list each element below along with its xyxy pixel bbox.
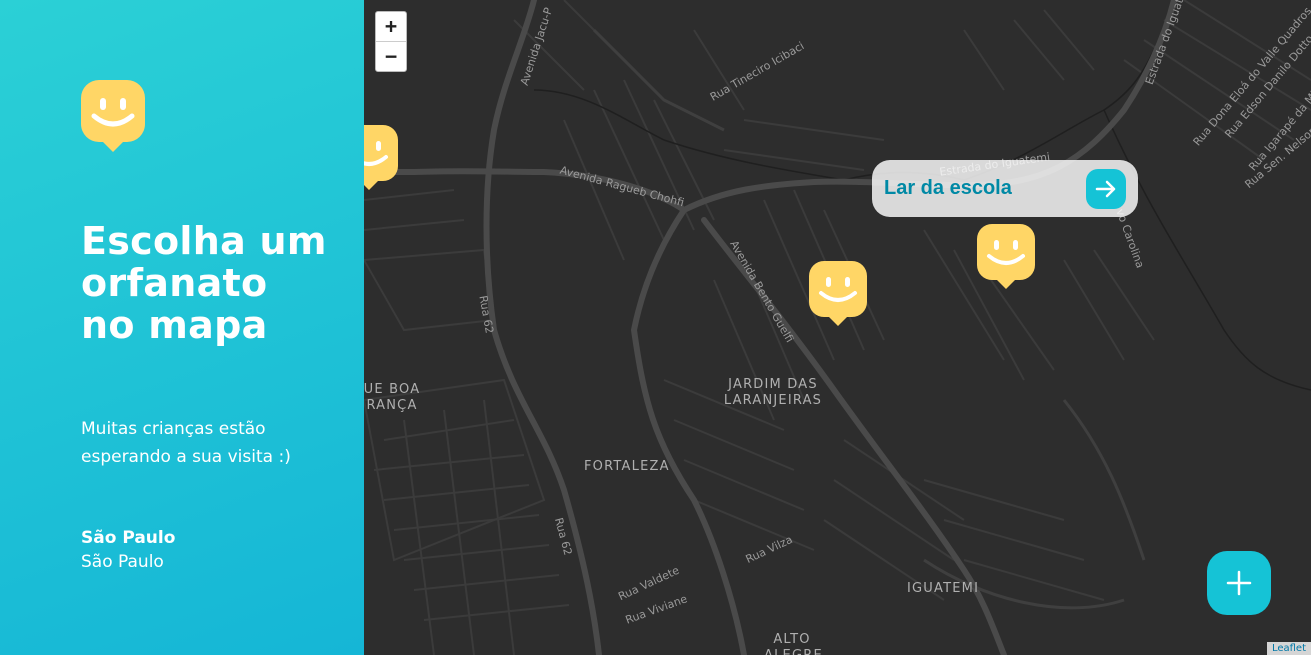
location-city: São Paulo xyxy=(81,528,176,548)
orphanage-popup: Lar da escola xyxy=(872,160,1138,217)
place-label: JARDIM DAS LARANJEIRAS xyxy=(723,377,823,408)
location-state: São Paulo xyxy=(81,552,164,572)
add-orphanage-button[interactable] xyxy=(1207,551,1271,615)
sidebar: Escolha um orfanato no mapa Muitas crian… xyxy=(0,0,364,655)
happy-face-marker-icon[interactable] xyxy=(364,125,398,191)
popup-details-button[interactable] xyxy=(1086,168,1126,209)
page-subtitle: Muitas crianças estão esperando a sua vi… xyxy=(81,419,291,467)
page-title: Escolha um orfanato no mapa xyxy=(81,219,327,347)
place-label: UE BOA RANÇA xyxy=(364,382,421,413)
happy-face-marker-icon[interactable] xyxy=(809,261,867,327)
map-roads xyxy=(364,0,1311,655)
plus-icon xyxy=(1226,570,1252,596)
location: São Paulo São Paulo xyxy=(81,526,175,574)
place-label: ALTO ALEGRE xyxy=(764,632,822,655)
arrow-right-icon xyxy=(1095,180,1116,197)
zoom-in-button[interactable]: + xyxy=(376,12,406,42)
zoom-out-button[interactable]: − xyxy=(376,42,406,71)
popup-label: Lar da escola xyxy=(884,177,1012,199)
happy-face-marker-icon xyxy=(81,80,145,152)
happy-face-marker-icon[interactable] xyxy=(977,224,1035,290)
place-label: IGUATEMI xyxy=(907,581,980,596)
map-attribution[interactable]: Leaflet xyxy=(1266,642,1311,655)
place-label: FORTALEZA xyxy=(584,459,670,474)
zoom-control: + − xyxy=(375,11,407,72)
map[interactable]: Avenida Jacu-P Rua Tineciro Icibaci Estr… xyxy=(364,0,1311,655)
